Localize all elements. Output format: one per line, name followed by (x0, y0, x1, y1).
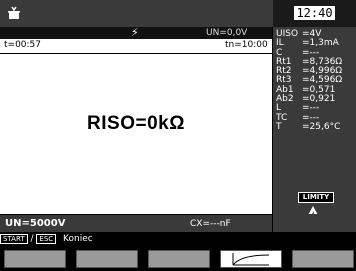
function-key-3[interactable] (148, 250, 210, 268)
lightning-icon: ⚡ (131, 26, 139, 39)
pot-icon (8, 6, 20, 19)
un-readout: UN=0,0V (206, 28, 248, 38)
parameter-list: UISO =4V IL =1,3mA C =--- Rt1 =8,736Ω Rt2 =4,996Ω… (276, 29, 356, 132)
function-key-graph[interactable] (220, 250, 282, 268)
test-voltage: UN=5000V (5, 218, 66, 229)
start-key-label: START (0, 234, 28, 244)
hint-bar: START / ESC Koniec (0, 232, 356, 246)
limits-badge: LIMITY (298, 192, 334, 203)
panel-extension (273, 214, 356, 232)
function-key-5[interactable] (292, 250, 354, 268)
capacitance-readout: CX=---nF (190, 219, 231, 229)
hint-action: Koniec (63, 234, 93, 244)
clock: 12:40 (273, 0, 356, 27)
meter-screen: 12:40 ⚡ UN=0,0V t=00:57 tn=10:00 RISO=0k… (0, 0, 356, 268)
graph-icon (232, 253, 270, 266)
parameter-value: =25,6°C (302, 121, 341, 132)
esc-key-label: ESC (36, 234, 57, 244)
parameter-row: T =25,6°C (276, 121, 356, 132)
elapsed-time: t=00:57 (4, 40, 42, 50)
parameter-key: T (276, 121, 282, 132)
target-time: tn=10:00 (225, 40, 268, 50)
function-key-2[interactable] (76, 250, 138, 268)
title-bar (0, 0, 272, 27)
riso-result: RISO=0kΩ (87, 113, 185, 134)
clock-value: 12:40 (294, 6, 335, 20)
function-key-1[interactable] (4, 250, 66, 268)
